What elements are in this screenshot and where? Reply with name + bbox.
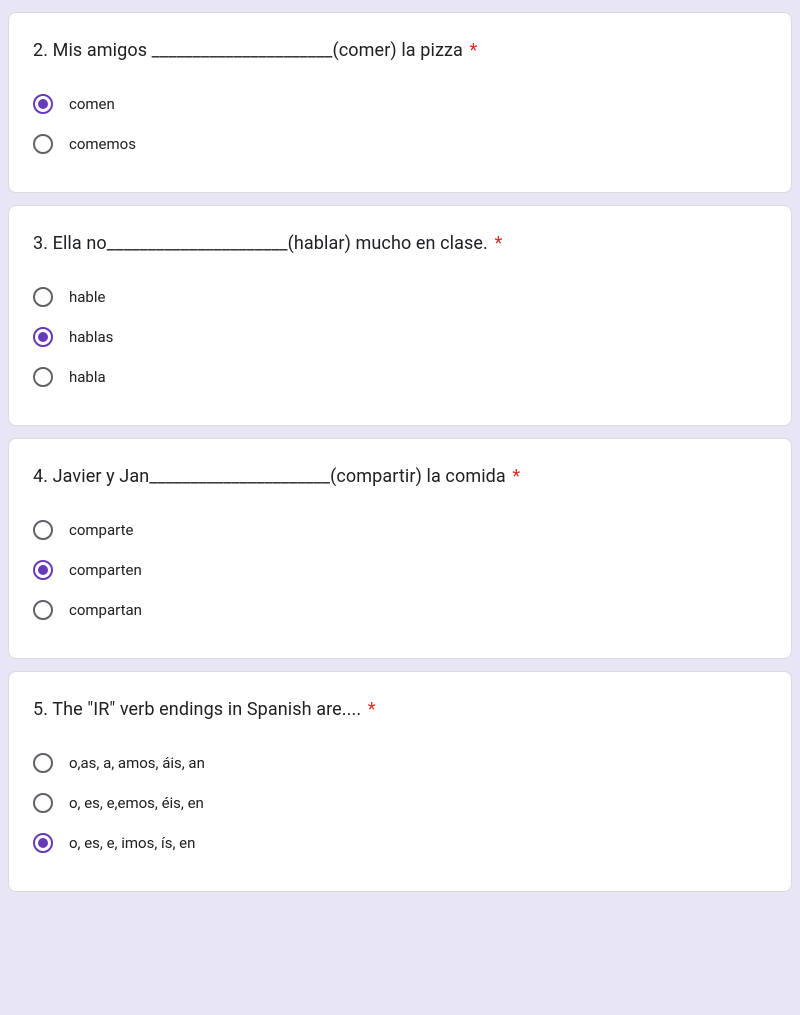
radio-icon	[33, 94, 53, 114]
option-comemos[interactable]: comemos	[33, 124, 767, 164]
option-label: compartan	[69, 601, 142, 619]
question-card-3: 3. Ella no______________________(hablar)…	[8, 205, 792, 426]
radio-icon	[33, 753, 53, 773]
option-label: comparten	[69, 561, 142, 579]
radio-icon	[33, 520, 53, 540]
option-habla[interactable]: habla	[33, 357, 767, 397]
option-label: o,as, a, amos, áis, an	[69, 754, 205, 772]
option-comparte[interactable]: comparte	[33, 510, 767, 550]
option-label: hable	[69, 288, 105, 306]
radio-icon	[33, 560, 53, 580]
question-text: 4. Javier y Jan______________________(co…	[33, 466, 506, 487]
required-asterisk: *	[368, 699, 376, 720]
radio-icon	[33, 367, 53, 387]
radio-icon	[33, 287, 53, 307]
question-card-2: 2. Mis amigos ______________________(com…	[8, 12, 792, 193]
question-text: 2. Mis amigos ______________________(com…	[33, 40, 463, 61]
option-label: hablas	[69, 328, 113, 346]
question-text: 3. Ella no______________________(hablar)…	[33, 233, 488, 254]
radio-icon	[33, 327, 53, 347]
radio-icon	[33, 134, 53, 154]
option-ir-endings[interactable]: o, es, e, imos, ís, en	[33, 823, 767, 863]
required-asterisk: *	[512, 466, 520, 487]
option-er-endings[interactable]: o, es, e,emos, éis, en	[33, 783, 767, 823]
required-asterisk: *	[469, 40, 477, 61]
option-label: comparte	[69, 521, 133, 539]
required-asterisk: *	[494, 233, 502, 254]
option-label: o, es, e,emos, éis, en	[69, 794, 204, 812]
question-card-4: 4. Javier y Jan______________________(co…	[8, 438, 792, 659]
option-comen[interactable]: comen	[33, 84, 767, 124]
option-label: habla	[69, 368, 106, 386]
radio-icon	[33, 793, 53, 813]
option-hable[interactable]: hable	[33, 277, 767, 317]
radio-icon	[33, 600, 53, 620]
radio-icon	[33, 833, 53, 853]
option-label: comemos	[69, 135, 136, 153]
option-ar-endings[interactable]: o,as, a, amos, áis, an	[33, 743, 767, 783]
question-text: 5. The "IR" verb endings in Spanish are.…	[33, 699, 361, 720]
question-title: 4. Javier y Jan______________________(co…	[33, 463, 767, 490]
option-label: comen	[69, 95, 115, 113]
option-label: o, es, e, imos, ís, en	[69, 834, 195, 852]
question-title: 3. Ella no______________________(hablar)…	[33, 230, 767, 257]
option-compartan[interactable]: compartan	[33, 590, 767, 630]
question-title: 5. The "IR" verb endings in Spanish are.…	[33, 696, 767, 723]
question-card-5: 5. The "IR" verb endings in Spanish are.…	[8, 671, 792, 892]
option-hablas[interactable]: hablas	[33, 317, 767, 357]
option-comparten[interactable]: comparten	[33, 550, 767, 590]
question-title: 2. Mis amigos ______________________(com…	[33, 37, 767, 64]
